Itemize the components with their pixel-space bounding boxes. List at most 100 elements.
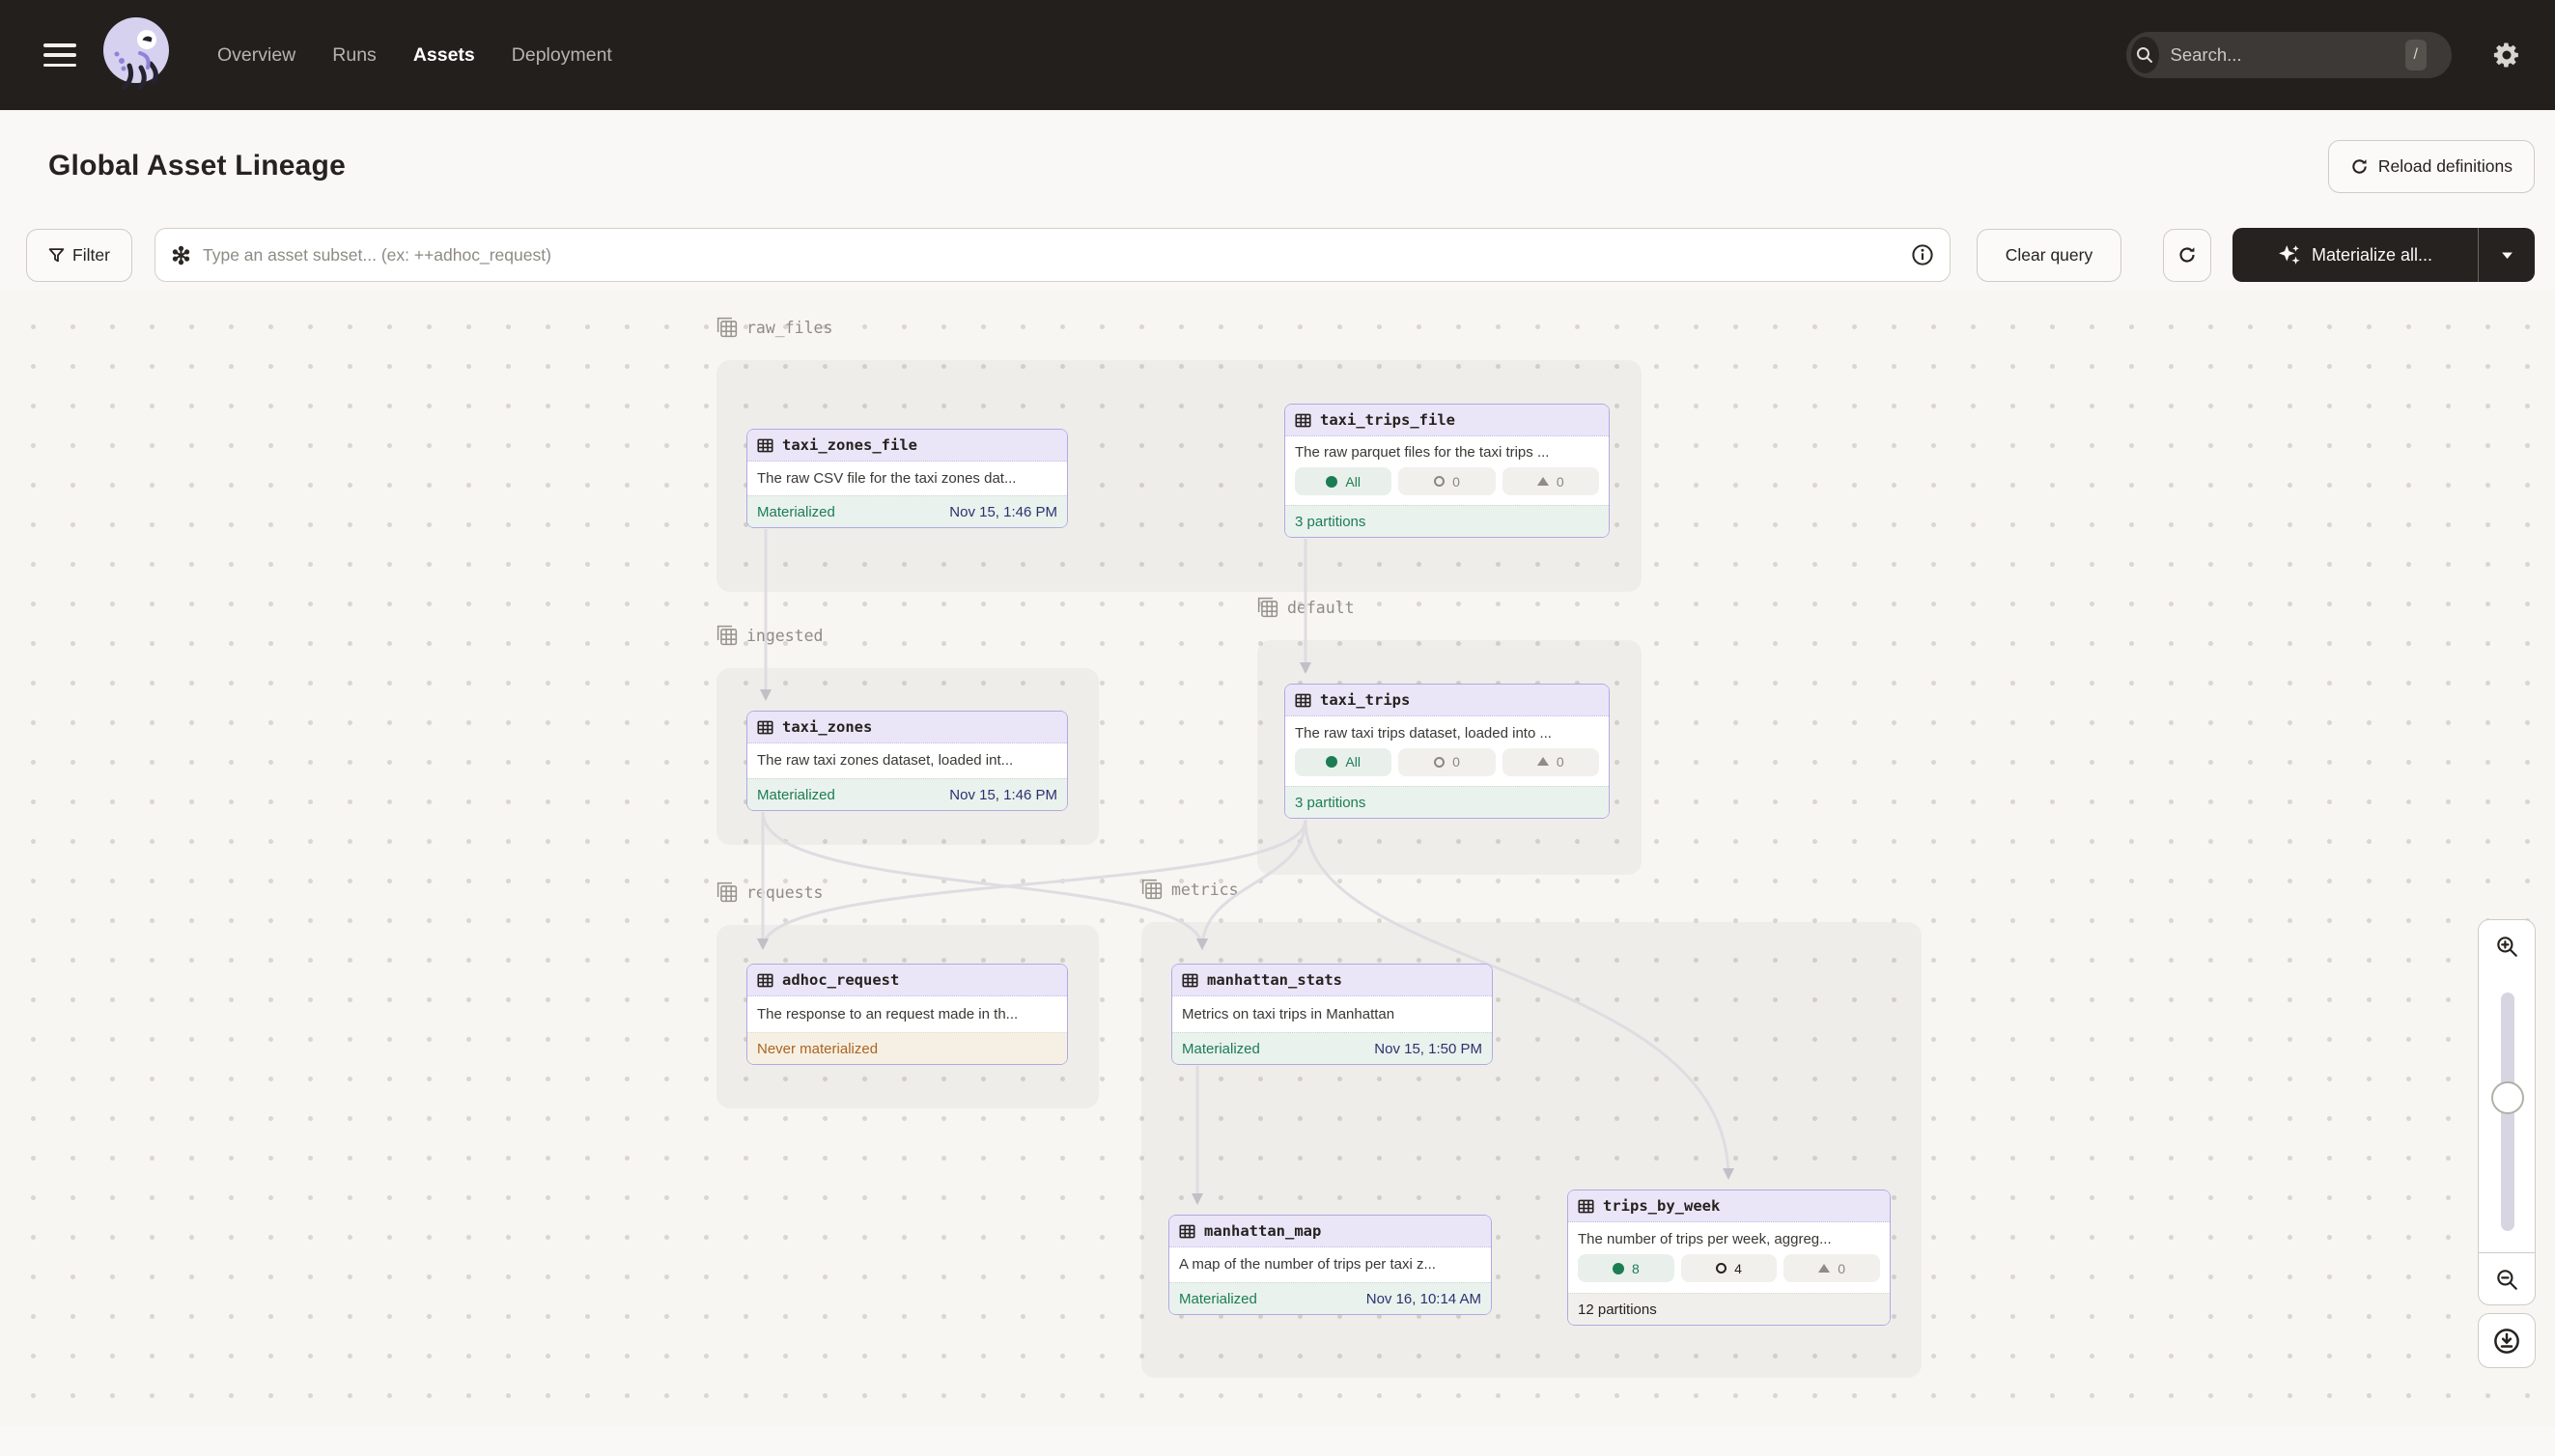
asset-name: manhattan_stats [1207,971,1342,989]
zoom-out-button[interactable] [2478,1252,2536,1305]
asset-node-manhattan-map[interactable]: manhattan_map A map of the number of tri… [1168,1215,1492,1315]
nav-links: Overview Runs Assets Deployment [217,44,612,67]
asset-name: taxi_zones [782,718,872,736]
refresh-icon [2177,245,2197,265]
materialized-partitions-pill: 8 [1578,1254,1674,1282]
failed-ring-icon [1434,476,1445,487]
sparkle-icon [2278,243,2301,266]
table-icon [1578,1198,1594,1215]
materialized-timestamp: Nov 15, 1:46 PM [949,504,1057,520]
partition-health: All 0 0 [1295,748,1599,776]
asset-description: The number of trips per week, aggreg... [1578,1228,1880,1251]
missing-triangle-icon [1537,757,1549,766]
asset-description: The raw taxi trips dataset, loaded into … [1295,722,1599,745]
asset-description: The response to an request made in th... [757,1003,1057,1026]
filter-button[interactable]: Filter [26,229,132,282]
zoom-in-button[interactable] [2478,919,2536,972]
failed-partitions-pill: 0 [1398,467,1495,495]
asset-node-adhoc-request[interactable]: adhoc_request The response to an request… [746,964,1068,1065]
search-input[interactable] [2171,44,2405,66]
status-badge: Materialized [757,504,835,520]
materialized-dot-icon [1326,756,1337,768]
asset-name: trips_by_week [1603,1197,1720,1215]
materialized-partitions-pill: All [1295,467,1391,495]
missing-partitions-pill: 0 [1783,1254,1880,1282]
asset-description: The raw CSV file for the taxi zones dat.… [757,467,1057,490]
materialized-timestamp: Nov 16, 10:14 AM [1366,1291,1481,1307]
clear-query-button[interactable]: Clear query [1977,229,2121,282]
settings-gear-icon[interactable] [2492,41,2521,70]
asset-subset-input[interactable] [203,245,1911,266]
materialize-all-button[interactable]: Materialize all... [2232,228,2535,282]
table-icon [757,437,773,454]
zoom-out-icon [2494,1267,2519,1292]
failed-ring-icon [1434,757,1445,768]
nav-link-runs[interactable]: Runs [332,44,377,67]
missing-partitions-pill: 0 [1502,748,1599,776]
zoom-slider-thumb[interactable] [2491,1081,2524,1114]
asset-graph-icon [171,245,191,266]
refresh-graph-button[interactable] [2163,229,2211,282]
page-header: Global Asset Lineage Reload definitions [0,110,2555,222]
filter-funnel-icon [48,247,65,264]
nav-link-assets[interactable]: Assets [413,44,475,67]
zoom-slider[interactable] [2478,971,2536,1252]
materialized-dot-icon [1326,476,1337,488]
asset-node-taxi-zones-file[interactable]: taxi_zones_file The raw CSV file for the… [746,429,1068,528]
partition-health: 8 4 0 [1578,1254,1880,1282]
asset-description: The raw taxi zones dataset, loaded int..… [757,749,1057,772]
asset-name: manhattan_map [1204,1222,1321,1240]
dagster-logo[interactable] [101,14,171,97]
missing-partitions-pill: 0 [1502,467,1599,495]
status-badge: Materialized [1182,1041,1260,1057]
top-nav: Overview Runs Assets Deployment / [0,0,2555,110]
asset-node-taxi-zones[interactable]: taxi_zones The raw taxi zones dataset, l… [746,711,1068,811]
asset-query-box [154,228,1951,282]
failed-partitions-pill: 4 [1681,1254,1778,1282]
search-icon [2131,37,2159,73]
table-icon [757,719,773,736]
asset-name: taxi_zones_file [782,436,917,454]
materialized-timestamp: Nov 15, 1:50 PM [1374,1041,1482,1057]
table-icon [757,972,773,989]
asset-name: taxi_trips_file [1320,411,1455,429]
table-icon [1182,972,1198,989]
lineage-toolbar: Filter Clear query [26,228,2535,282]
materialized-timestamp: Nov 15, 1:46 PM [949,787,1057,803]
partitions-count: 3 partitions [1295,795,1365,811]
nav-link-overview[interactable]: Overview [217,44,295,67]
refresh-icon [2350,157,2369,176]
table-icon [1295,692,1311,709]
failed-ring-icon [1716,1263,1727,1274]
asset-node-taxi-trips[interactable]: taxi_trips The raw taxi trips dataset, l… [1284,684,1610,819]
asset-name: taxi_trips [1320,691,1410,709]
zoom-in-icon [2494,934,2519,959]
nav-link-deployment[interactable]: Deployment [512,44,612,67]
status-badge: Materialized [1179,1291,1257,1307]
page-title: Global Asset Lineage [48,150,346,182]
partitions-count: 3 partitions [1295,514,1365,530]
asset-node-taxi-trips-file[interactable]: taxi_trips_file The raw parquet files fo… [1284,404,1610,538]
info-icon[interactable] [1911,243,1934,266]
partition-health: All 0 0 [1295,467,1599,495]
failed-partitions-pill: 0 [1398,748,1495,776]
hamburger-menu-icon[interactable] [43,43,76,67]
asset-node-trips-by-week[interactable]: trips_by_week The number of trips per we… [1567,1190,1891,1326]
table-icon [1295,412,1311,429]
missing-triangle-icon [1537,477,1549,486]
materialize-dropdown-caret[interactable] [2479,228,2535,282]
asset-name: adhoc_request [782,971,899,989]
materialized-partitions-pill: All [1295,748,1391,776]
asset-description: The raw parquet files for the taxi trips… [1295,441,1599,464]
status-badge: Materialized [757,787,835,803]
reload-definitions-button[interactable]: Reload definitions [2328,140,2535,193]
status-badge: Never materialized [757,1041,878,1057]
global-search[interactable]: / [2126,32,2452,78]
table-icon [1179,1223,1195,1240]
asset-node-manhattan-stats[interactable]: manhattan_stats Metrics on taxi trips in… [1171,964,1493,1065]
download-icon [2492,1327,2521,1356]
asset-description: Metrics on taxi trips in Manhattan [1182,1003,1482,1026]
lineage-canvas[interactable]: raw_files ingested default requests metr… [0,290,2555,1427]
download-image-button[interactable] [2478,1313,2536,1368]
missing-triangle-icon [1818,1264,1830,1273]
